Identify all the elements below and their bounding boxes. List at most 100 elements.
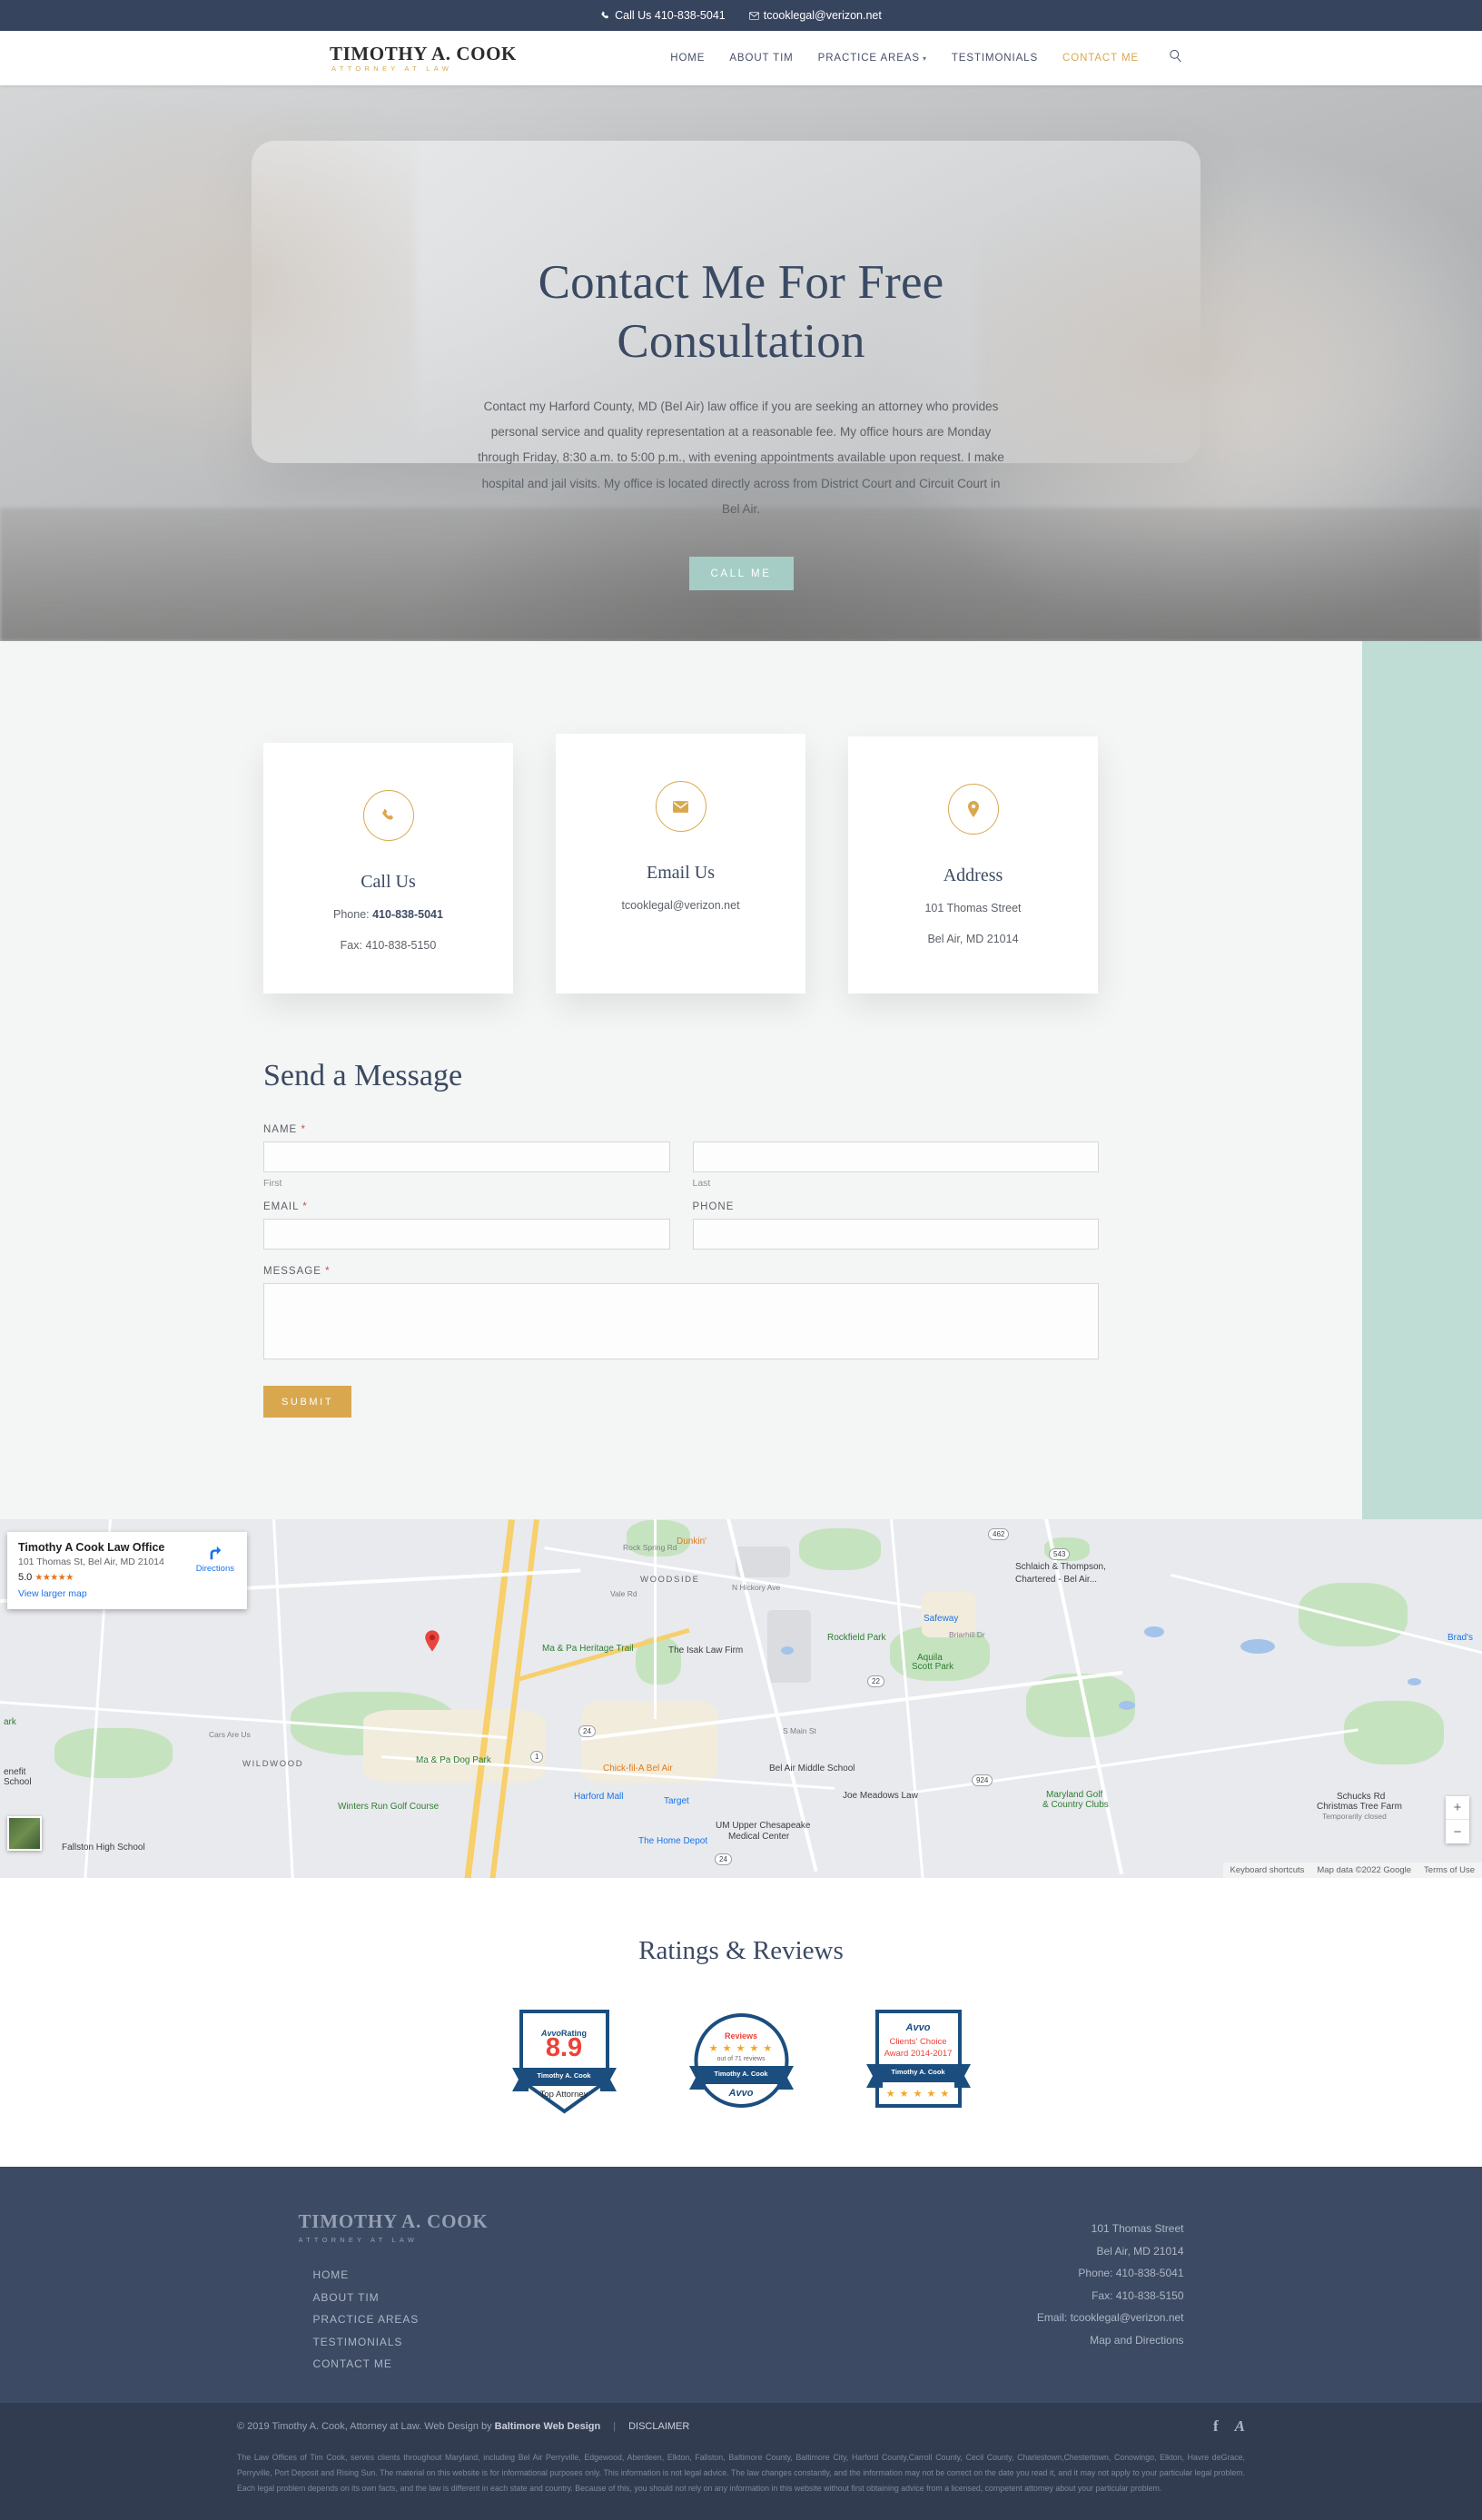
map-route-shield: 924 xyxy=(972,1774,993,1786)
view-larger-map-link[interactable]: View larger map xyxy=(18,1588,236,1599)
contact-card-call-us: Call Us Phone: 410-838-5041 Fax: 410-838… xyxy=(263,743,513,993)
card-address-line2: Bel Air, MD 21014 xyxy=(927,933,1019,945)
map-label[interactable]: Scott Park xyxy=(912,1662,953,1672)
badge-award-stars: ★ ★ ★ ★ ★ xyxy=(885,2089,951,2100)
directions-arrow-icon xyxy=(207,1546,223,1564)
map-zoom-out-button[interactable]: − xyxy=(1446,1820,1469,1843)
message-textarea[interactable] xyxy=(263,1283,1099,1359)
map-label[interactable]: Chick-fil-A Bel Air xyxy=(603,1764,673,1774)
map-label[interactable]: Ma & Pa Dog Park xyxy=(416,1755,491,1765)
name-label-text: NAME xyxy=(263,1124,298,1135)
footer-address-line1: 101 Thomas Street xyxy=(1091,2222,1184,2235)
footer-map-directions-link[interactable]: Map and Directions xyxy=(1090,2334,1183,2347)
first-name-input[interactable] xyxy=(263,1141,670,1172)
map-label[interactable]: Ma & Pa Heritage Trail xyxy=(542,1644,634,1654)
phone-input[interactable] xyxy=(692,1219,1099,1250)
first-name-sublabel: First xyxy=(263,1178,282,1189)
map-label[interactable]: & Country Clubs xyxy=(1042,1800,1109,1810)
avvo-icon[interactable]: A xyxy=(1235,2417,1245,2436)
disclaimer-link[interactable]: DISCLAIMER xyxy=(628,2421,689,2432)
map-route-shield: 462 xyxy=(988,1528,1010,1540)
footer-nav-contact-me[interactable]: CONTACT ME xyxy=(313,2353,1037,2376)
call-me-button[interactable]: CALL ME xyxy=(688,556,794,590)
name-field-label: NAME * xyxy=(263,1124,1099,1135)
map-label[interactable]: WILDWOOD xyxy=(242,1759,303,1769)
badge-reviews-title: Reviews xyxy=(724,2031,758,2041)
map-marker-primary[interactable] xyxy=(424,1630,440,1656)
map-label[interactable]: Brad's xyxy=(1447,1633,1473,1643)
map-label[interactable]: ark xyxy=(4,1717,16,1727)
map-label[interactable]: Maryland Golf xyxy=(1046,1790,1102,1800)
map-label[interactable]: Dunkin' xyxy=(677,1537,706,1547)
last-name-input[interactable] xyxy=(692,1141,1099,1172)
map-label[interactable]: Target xyxy=(664,1796,689,1806)
avvo-clients-choice-badge[interactable]: Avvo Clients' Choice Award 2014-2017 Tim… xyxy=(865,2008,971,2120)
map-label[interactable]: WOODSIDE xyxy=(640,1575,700,1585)
topbar-phone-link[interactable]: Call Us 410-838-5041 xyxy=(600,9,726,22)
map-label[interactable]: Temporarily closed xyxy=(1322,1812,1387,1821)
map-label[interactable]: Bel Air Middle School xyxy=(769,1764,855,1774)
avvo-reviews-badge[interactable]: Reviews ★ ★ ★ ★ ★ out of 71 reviews Timo… xyxy=(688,2008,794,2120)
map-label[interactable]: Christmas Tree Farm xyxy=(1317,1802,1402,1812)
nav-item-contact-me[interactable]: CONTACT ME xyxy=(1062,53,1139,64)
required-asterisk: * xyxy=(325,1266,331,1277)
card-title: Call Us xyxy=(361,872,416,892)
map-label[interactable]: Cars Are Us xyxy=(209,1730,251,1739)
map-label[interactable]: Harford Mall xyxy=(574,1792,623,1802)
map-label[interactable]: Rockfield Park xyxy=(827,1633,885,1643)
map-label[interactable]: enefit xyxy=(4,1767,25,1777)
facebook-icon[interactable]: f xyxy=(1213,2417,1219,2436)
footer-nav-home[interactable]: HOME xyxy=(313,2264,1037,2287)
email-input[interactable] xyxy=(263,1219,670,1250)
hero-paragraph: Contact my Harford County, MD (Bel Air) … xyxy=(478,400,1004,516)
map-label[interactable]: Winters Run Golf Course xyxy=(338,1802,439,1812)
web-designer-link[interactable]: Baltimore Web Design xyxy=(495,2421,601,2432)
badge-reviews-stars: ★ ★ ★ ★ ★ xyxy=(708,2043,774,2054)
footer-nav-practice-areas[interactable]: PRACTICE AREAS xyxy=(313,2308,1037,2331)
avvo-rating-badge[interactable]: AvvoRating 8.9 Timothy A. Cook Top Attor… xyxy=(511,2008,617,2120)
footer-nav-about-tim[interactable]: ABOUT TIM xyxy=(313,2287,1037,2309)
map-label[interactable]: Fallston High School xyxy=(62,1843,145,1853)
map-label[interactable]: Medical Center xyxy=(728,1832,789,1842)
nav-item-testimonials[interactable]: TESTIMONIALS xyxy=(952,53,1038,64)
map-label[interactable]: The Home Depot xyxy=(638,1836,707,1846)
map-keyboard-shortcuts[interactable]: Keyboard shortcuts xyxy=(1230,1865,1305,1875)
map-label[interactable]: Vale Rd xyxy=(610,1589,637,1598)
map-terms-of-use[interactable]: Terms of Use xyxy=(1424,1865,1475,1875)
map-label[interactable]: Rock Spring Rd xyxy=(623,1543,677,1552)
map-label[interactable]: Schucks Rd xyxy=(1337,1792,1385,1802)
map-satellite-toggle[interactable] xyxy=(7,1816,42,1851)
search-icon[interactable] xyxy=(1169,49,1182,67)
footer-nav-testimonials[interactable]: TESTIMONIALS xyxy=(313,2331,1037,2354)
submit-button[interactable]: SUBMIT xyxy=(263,1386,352,1418)
map-label[interactable]: The Isak Law Firm xyxy=(668,1645,743,1655)
nav-item-about-tim[interactable]: ABOUT TIM xyxy=(729,53,793,64)
map-label[interactable]: Joe Meadows Law xyxy=(843,1791,918,1801)
card-title: Address xyxy=(943,865,1003,885)
map-label[interactable]: Safeway xyxy=(924,1614,958,1624)
nav-item-home[interactable]: HOME xyxy=(670,53,705,64)
nav-item-practice-areas[interactable]: PRACTICE AREAS ▾ xyxy=(818,53,927,64)
ratings-badges: AvvoRating 8.9 Timothy A. Cook Top Attor… xyxy=(0,2008,1482,2120)
envelope-icon xyxy=(748,11,759,20)
map-directions-button[interactable]: Directions xyxy=(196,1545,234,1574)
badge-award-line1: Clients' Choice xyxy=(889,2037,947,2047)
map-attribution-bar: Keyboard shortcuts Map data ©2022 Google… xyxy=(1222,1863,1482,1878)
map-label[interactable]: S Main St xyxy=(783,1726,816,1735)
map-label[interactable]: School xyxy=(4,1777,32,1787)
card-email-value[interactable]: tcooklegal@verizon.net xyxy=(621,899,739,912)
map-label[interactable]: UM Upper Chesapeake xyxy=(716,1821,811,1831)
page-root: Call Us 410-838-5041 tcooklegal@verizon.… xyxy=(0,0,1482,2520)
map-label[interactable]: Briarhill Dr xyxy=(949,1630,985,1639)
google-map[interactable]: Timothy A Cook Law Office 101 Thomas St,… xyxy=(0,1519,1482,1878)
map-zoom-in-button[interactable]: + xyxy=(1446,1796,1469,1820)
card-phone-value[interactable]: 410-838-5041 xyxy=(372,908,443,921)
map-label[interactable]: Chartered - Bel Air... xyxy=(1015,1575,1097,1585)
topbar-email-link[interactable]: tcooklegal@verizon.net xyxy=(748,9,882,22)
copyright-separator: | xyxy=(613,2420,617,2432)
map-label[interactable]: Schlaich & Thompson, xyxy=(1015,1562,1106,1572)
map-label[interactable]: N Hickory Ave xyxy=(732,1583,780,1592)
footer-logo[interactable]: TIMOTHY A. COOK ATTORNEY AT LAW xyxy=(299,2210,1037,2244)
site-logo[interactable]: TIMOTHY A. COOK ATTORNEY AT LAW xyxy=(330,44,517,73)
